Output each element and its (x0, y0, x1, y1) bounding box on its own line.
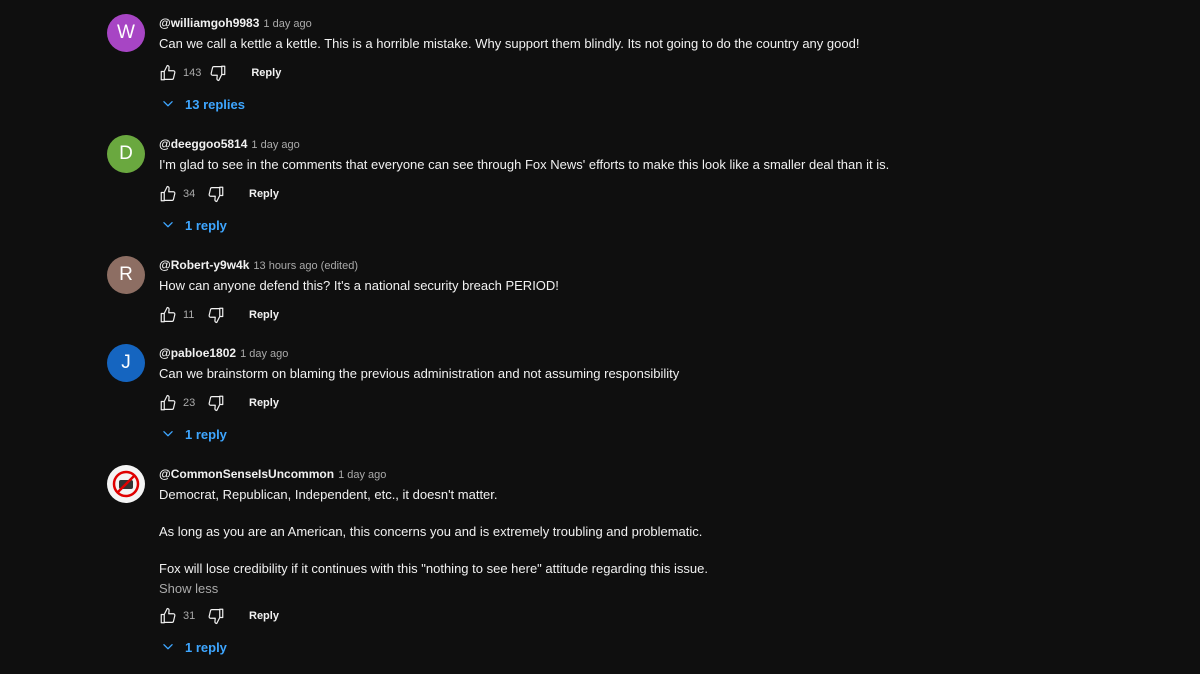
view-replies-button[interactable]: 1 reply (161, 422, 999, 446)
comment-header: @CommonSenseIsUncommon 1 day ago (159, 465, 999, 483)
comment-timestamp[interactable]: 1 day ago (240, 348, 288, 360)
comment-header: @Robert-y9w4k 13 hours ago (edited) (159, 256, 999, 274)
replies-count-label: 1 reply (185, 217, 227, 233)
dislike-button[interactable] (207, 394, 225, 412)
comment-actions: 23 Reply (159, 391, 999, 415)
avatar-letter: R (119, 264, 133, 285)
view-replies-button[interactable]: 1 reply (161, 213, 999, 237)
thumbs-up-icon (159, 394, 177, 412)
view-replies-button[interactable]: 13 replies (161, 92, 999, 116)
thumbs-down-icon (209, 64, 227, 82)
author-handle[interactable]: @Robert-y9w4k (159, 258, 249, 272)
chevron-down-icon (161, 97, 175, 111)
reply-button[interactable]: Reply (249, 397, 279, 409)
avatar-letter: J (121, 352, 131, 373)
comment-body: @CommonSenseIsUncommon 1 day ago Democrat,… (159, 465, 999, 659)
comment-timestamp[interactable]: 1 day ago (251, 139, 299, 151)
thumbs-down-icon (207, 607, 225, 625)
avatar-letter: D (119, 143, 133, 164)
comment-text: Democrat, Republican, Independent, etc.,… (159, 485, 999, 578)
avatar[interactable] (107, 465, 145, 503)
comment-header: @williamgoh9983 1 day ago (159, 14, 999, 32)
replies-count-label: 1 reply (185, 426, 227, 442)
avatar[interactable]: W (107, 14, 145, 52)
comment-paragraph: How can anyone defend this? It's a natio… (159, 278, 559, 293)
reply-button[interactable]: Reply (251, 67, 281, 79)
comment-timestamp[interactable]: 1 day ago (338, 469, 386, 481)
dislike-button[interactable] (207, 607, 225, 625)
thumbs-down-icon (207, 185, 225, 203)
show-less-button[interactable]: Show less (159, 581, 999, 596)
avatar[interactable]: R (107, 256, 145, 294)
comment-body: @pabloe1802 1 day ago Can we brainstorm on… (159, 344, 999, 446)
reply-button[interactable]: Reply (249, 188, 279, 200)
avatar-letter: W (117, 22, 135, 43)
like-count: 34 (183, 188, 196, 200)
like-button[interactable] (159, 394, 177, 412)
comment-actions: 143 Reply (159, 61, 999, 85)
no-symbol-icon (111, 469, 141, 499)
comment-actions: 31 Reply (159, 604, 999, 628)
chevron-down-icon (161, 640, 175, 654)
reply-button[interactable]: Reply (249, 610, 279, 622)
like-button[interactable] (159, 185, 177, 203)
author-handle[interactable]: @CommonSenseIsUncommon (159, 467, 334, 481)
like-button[interactable] (159, 607, 177, 625)
thumbs-up-icon (159, 185, 177, 203)
chevron-down-icon (161, 427, 175, 441)
like-button[interactable] (159, 306, 177, 324)
replies-count-label: 1 reply (185, 639, 227, 655)
thumbs-down-icon (207, 306, 225, 324)
comment-paragraph: I'm glad to see in the comments that eve… (159, 157, 890, 172)
comment-actions: 11 Reply (159, 303, 999, 327)
author-handle[interactable]: @deeggoo5814 (159, 137, 247, 151)
dislike-button[interactable] (207, 185, 225, 203)
thumbs-up-icon (159, 306, 177, 324)
comment-paragraph: Can we call a kettle a kettle. This is a… (159, 36, 860, 51)
comment-header: @pabloe1802 1 day ago (159, 344, 999, 362)
comment-paragraph: Fox will lose credibility if it continue… (159, 561, 709, 576)
comment-text: Can we brainstorm on blaming the previou… (159, 364, 999, 383)
comment-text: How can anyone defend this? It's a natio… (159, 276, 999, 295)
comment-paragraph: Can we brainstorm on blaming the previou… (159, 366, 680, 381)
view-replies-button[interactable]: 1 reply (161, 635, 999, 659)
like-button[interactable] (159, 64, 177, 82)
like-count: 23 (183, 397, 196, 409)
author-handle[interactable]: @pabloe1802 (159, 346, 236, 360)
comment-text: Can we call a kettle a kettle. This is a… (159, 34, 999, 53)
thumbs-up-icon (159, 607, 177, 625)
comments-section: W @williamgoh9983 1 day ago Can we call a k… (0, 0, 1200, 674)
like-count: 31 (183, 610, 196, 622)
dislike-button[interactable] (209, 64, 227, 82)
like-count: 11 (183, 309, 195, 321)
author-handle[interactable]: @williamgoh9983 (159, 16, 259, 30)
comment-body: @Robert-y9w4k 13 hours ago (edited) How ca… (159, 256, 999, 327)
replies-count-label: 13 replies (185, 96, 245, 112)
comment-body: @williamgoh9983 1 day ago Can we call a ke… (159, 14, 999, 116)
comment-timestamp[interactable]: 13 hours ago (edited) (253, 260, 358, 272)
dislike-button[interactable] (207, 306, 225, 324)
like-count: 143 (183, 67, 202, 79)
avatar[interactable]: J (107, 344, 145, 382)
chevron-down-icon (161, 218, 175, 232)
thumbs-down-icon (207, 394, 225, 412)
comment-actions: 34 Reply (159, 182, 999, 206)
reply-button[interactable]: Reply (249, 309, 279, 321)
comment-header: @deeggoo5814 1 day ago (159, 135, 999, 153)
thumbs-up-icon (159, 64, 177, 82)
comment-text: I'm glad to see in the comments that eve… (159, 155, 999, 174)
comment-timestamp[interactable]: 1 day ago (263, 18, 311, 30)
avatar[interactable]: D (107, 135, 145, 173)
comment-body: @deeggoo5814 1 day ago I'm glad to see in … (159, 135, 999, 237)
comment-paragraph: As long as you are an American, this con… (159, 524, 703, 539)
comment-paragraph: Democrat, Republican, Independent, etc.,… (159, 487, 498, 502)
